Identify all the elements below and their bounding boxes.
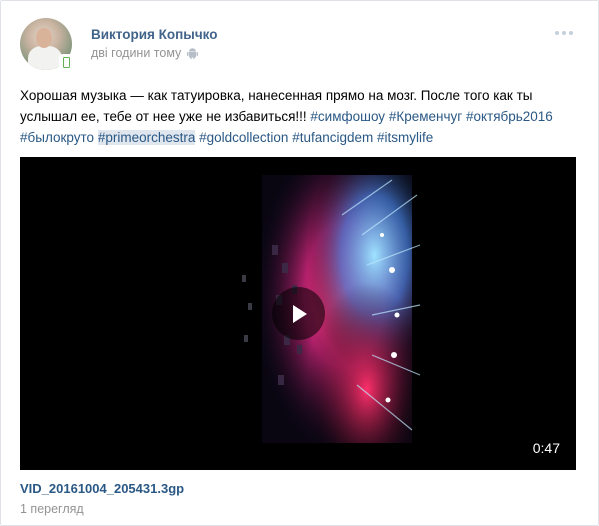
hashtag-link[interactable]: #goldcollection (199, 130, 288, 145)
hashtag-link[interactable]: #itsmylife (377, 130, 433, 145)
post-card: Виктория Копычко дві години тому Хорошая… (0, 0, 599, 526)
video-thumbnail (242, 175, 421, 443)
post-text: Хорошая музыка — как татуировка, нанесен… (20, 85, 585, 148)
hashtag-link[interactable]: #tufancigdem (292, 130, 373, 145)
video-title[interactable]: VID_20161004_205431.3gp (20, 481, 184, 496)
android-icon (187, 48, 199, 59)
post-time-row: дві години тому (91, 46, 199, 60)
more-dots-icon[interactable] (555, 31, 573, 35)
video-duration: 0:47 (532, 440, 560, 456)
post-time[interactable]: дві години тому (91, 46, 181, 60)
hashtag-link[interactable]: #симфошоу (310, 109, 385, 124)
video-player[interactable]: 0:47 (20, 157, 576, 470)
mobile-badge-icon (59, 54, 73, 70)
author-name[interactable]: Виктория Копычко (91, 27, 218, 42)
hashtag-link[interactable]: #октябрь2016 (466, 109, 553, 124)
hashtag-link[interactable]: #былокруто (20, 130, 94, 145)
play-icon (292, 304, 307, 323)
play-button[interactable] (272, 287, 325, 340)
hashtag-link[interactable]: #primeorchestra (97, 130, 196, 145)
video-views: 1 перегляд (20, 502, 84, 516)
hashtag-link[interactable]: #Кременчуг (389, 109, 462, 124)
